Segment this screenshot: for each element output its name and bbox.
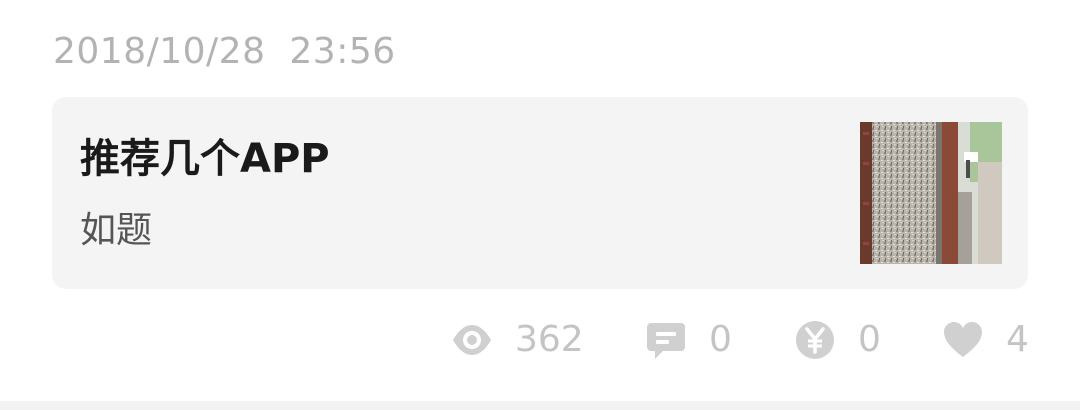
comments-count: 0 <box>709 319 732 360</box>
post-date: 2018/10/28 <box>53 31 266 72</box>
views-count: 362 <box>515 319 584 360</box>
yen-coin-icon[interactable] <box>794 319 836 361</box>
likes-count: 4 <box>1006 319 1029 360</box>
heart-icon[interactable] <box>942 319 984 361</box>
rewards-stat[interactable]: 0 <box>794 318 881 362</box>
post-title: 推荐几个APP <box>80 136 330 182</box>
post-thumbnail[interactable] <box>860 122 1002 264</box>
likes-stat[interactable]: 4 <box>942 318 1029 362</box>
post-description: 如题 <box>80 210 153 251</box>
post-card[interactable]: 推荐几个APP 如题 <box>52 97 1028 289</box>
section-divider <box>0 401 1080 410</box>
comments-stat[interactable]: 0 <box>645 318 732 362</box>
views-stat: 362 <box>451 318 584 362</box>
comment-icon[interactable] <box>645 319 687 361</box>
post-timestamp: 2018/10/28 23:56 <box>53 30 396 74</box>
rewards-count: 0 <box>858 319 881 360</box>
post-time: 23:56 <box>289 31 396 72</box>
eye-icon <box>451 319 493 361</box>
